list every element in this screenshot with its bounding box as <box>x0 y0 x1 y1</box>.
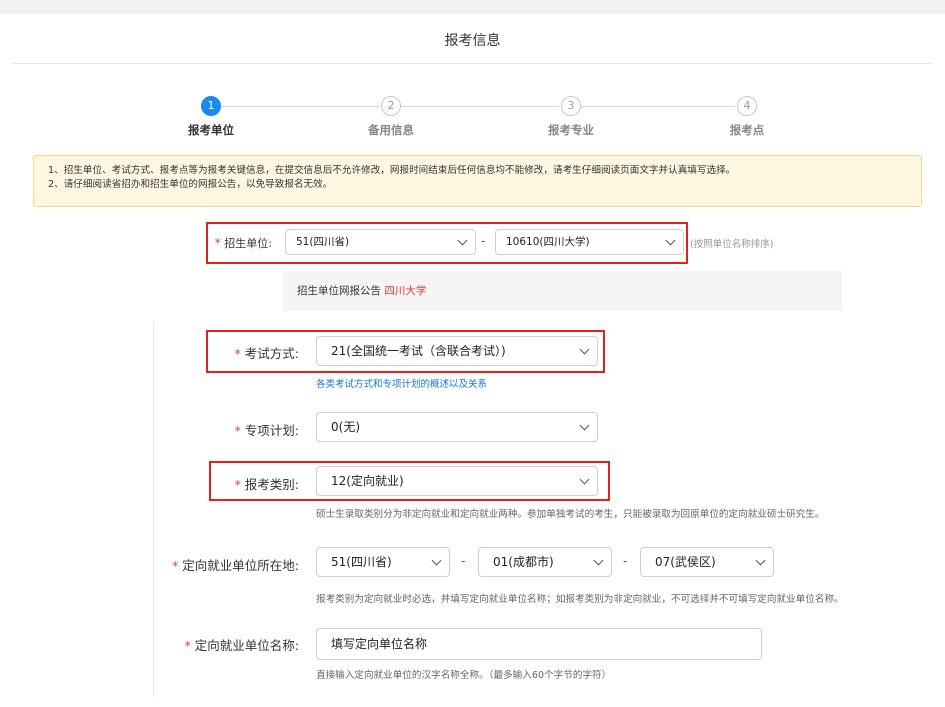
announcement-prefix: 招生单位网报公告 <box>297 285 381 297</box>
unit-province-select[interactable]: 51(四川省) <box>285 229 476 255</box>
category-hint: 硕士生录取类别分为非定向就业和定向就业两种。参加单独考试的考生，只能被录取为回原… <box>316 509 825 520</box>
unit-label: * 招生单位: <box>214 236 272 250</box>
page-title: 报考信息 <box>444 33 501 49</box>
chevron-down-icon <box>593 555 604 566</box>
announcement-school-link[interactable]: 四川大学 <box>384 285 426 297</box>
chevron-down-icon <box>457 235 468 246</box>
step-connector-1 <box>221 106 379 107</box>
exam-mode-label: * 考试方式: <box>234 346 299 361</box>
location-city-select[interactable]: 01(成都市) <box>478 547 612 577</box>
employer-name-label: * 定向就业单位名称: <box>184 638 299 653</box>
employer-location-label: * 定向就业单位所在地: <box>172 558 299 573</box>
announcement-box: 招生单位网报公告 四川大学 <box>283 271 842 311</box>
chevron-down-icon <box>431 555 442 566</box>
chevron-down-icon <box>579 344 590 355</box>
notice-line-1: 1、招生单位、考试方式、报考点等为报考关键信息，在提交信息后不允许修改，网报时间… <box>48 165 736 176</box>
top-bar <box>0 0 945 14</box>
special-plan-label: * 专项计划: <box>234 423 299 438</box>
category-select[interactable]: 12(定向就业) <box>316 466 598 496</box>
special-plan-select[interactable]: 0(无) <box>316 412 598 442</box>
notice-box: 1、招生单位、考试方式、报考点等为报考关键信息，在提交信息后不允许修改，网报时间… <box>33 155 922 207</box>
step-1-indicator[interactable]: 1 <box>201 96 221 116</box>
notice-line-2: 2、请仔细阅读省招办和招生单位的网报公告，以免导致报名无效。 <box>48 179 333 190</box>
location-district-select[interactable]: 07(武侯区) <box>640 547 774 577</box>
step-3-label: 报考专业 <box>548 123 594 137</box>
step-1-label: 报考单位 <box>188 123 234 137</box>
step-connector-3 <box>581 106 735 107</box>
employer-name-input[interactable]: 填写定向单位名称 <box>316 628 762 660</box>
chevron-down-icon <box>579 420 590 431</box>
separator: - <box>623 554 628 568</box>
exam-mode-select[interactable]: 21(全国统一考试（含联合考试）) <box>316 336 598 366</box>
step-3-indicator[interactable]: 3 <box>561 96 581 116</box>
separator: - <box>461 554 466 568</box>
step-4-label: 报考点 <box>729 123 765 137</box>
step-4-indicator[interactable]: 4 <box>737 96 757 116</box>
category-label: * 报考类别: <box>234 477 299 492</box>
employer-location-hint: 报考类别为定向就业时必选，并填写定向就业单位名称；如报考类别为非定向就业，不可选… <box>316 594 844 605</box>
chevron-down-icon <box>579 474 590 485</box>
chevron-down-icon <box>665 235 676 246</box>
step-2-label: 备用信息 <box>368 123 414 137</box>
step-connector-2 <box>401 106 559 107</box>
separator: - <box>481 234 486 248</box>
location-province-select[interactable]: 51(四川省) <box>316 547 450 577</box>
sort-hint: (按照单位名称排序) <box>690 239 774 250</box>
unit-school-select[interactable]: 10610(四川大学) <box>495 229 684 255</box>
title-divider <box>12 63 932 64</box>
chevron-down-icon <box>755 555 766 566</box>
exam-mode-help-link[interactable]: 各类考试方式和专项计划的概述以及关系 <box>316 376 487 390</box>
step-2-indicator[interactable]: 2 <box>381 96 401 116</box>
employer-name-hint: 直接输入定向就业单位的汉字名称全称。（最多输入60个字节的字符） <box>316 670 612 681</box>
